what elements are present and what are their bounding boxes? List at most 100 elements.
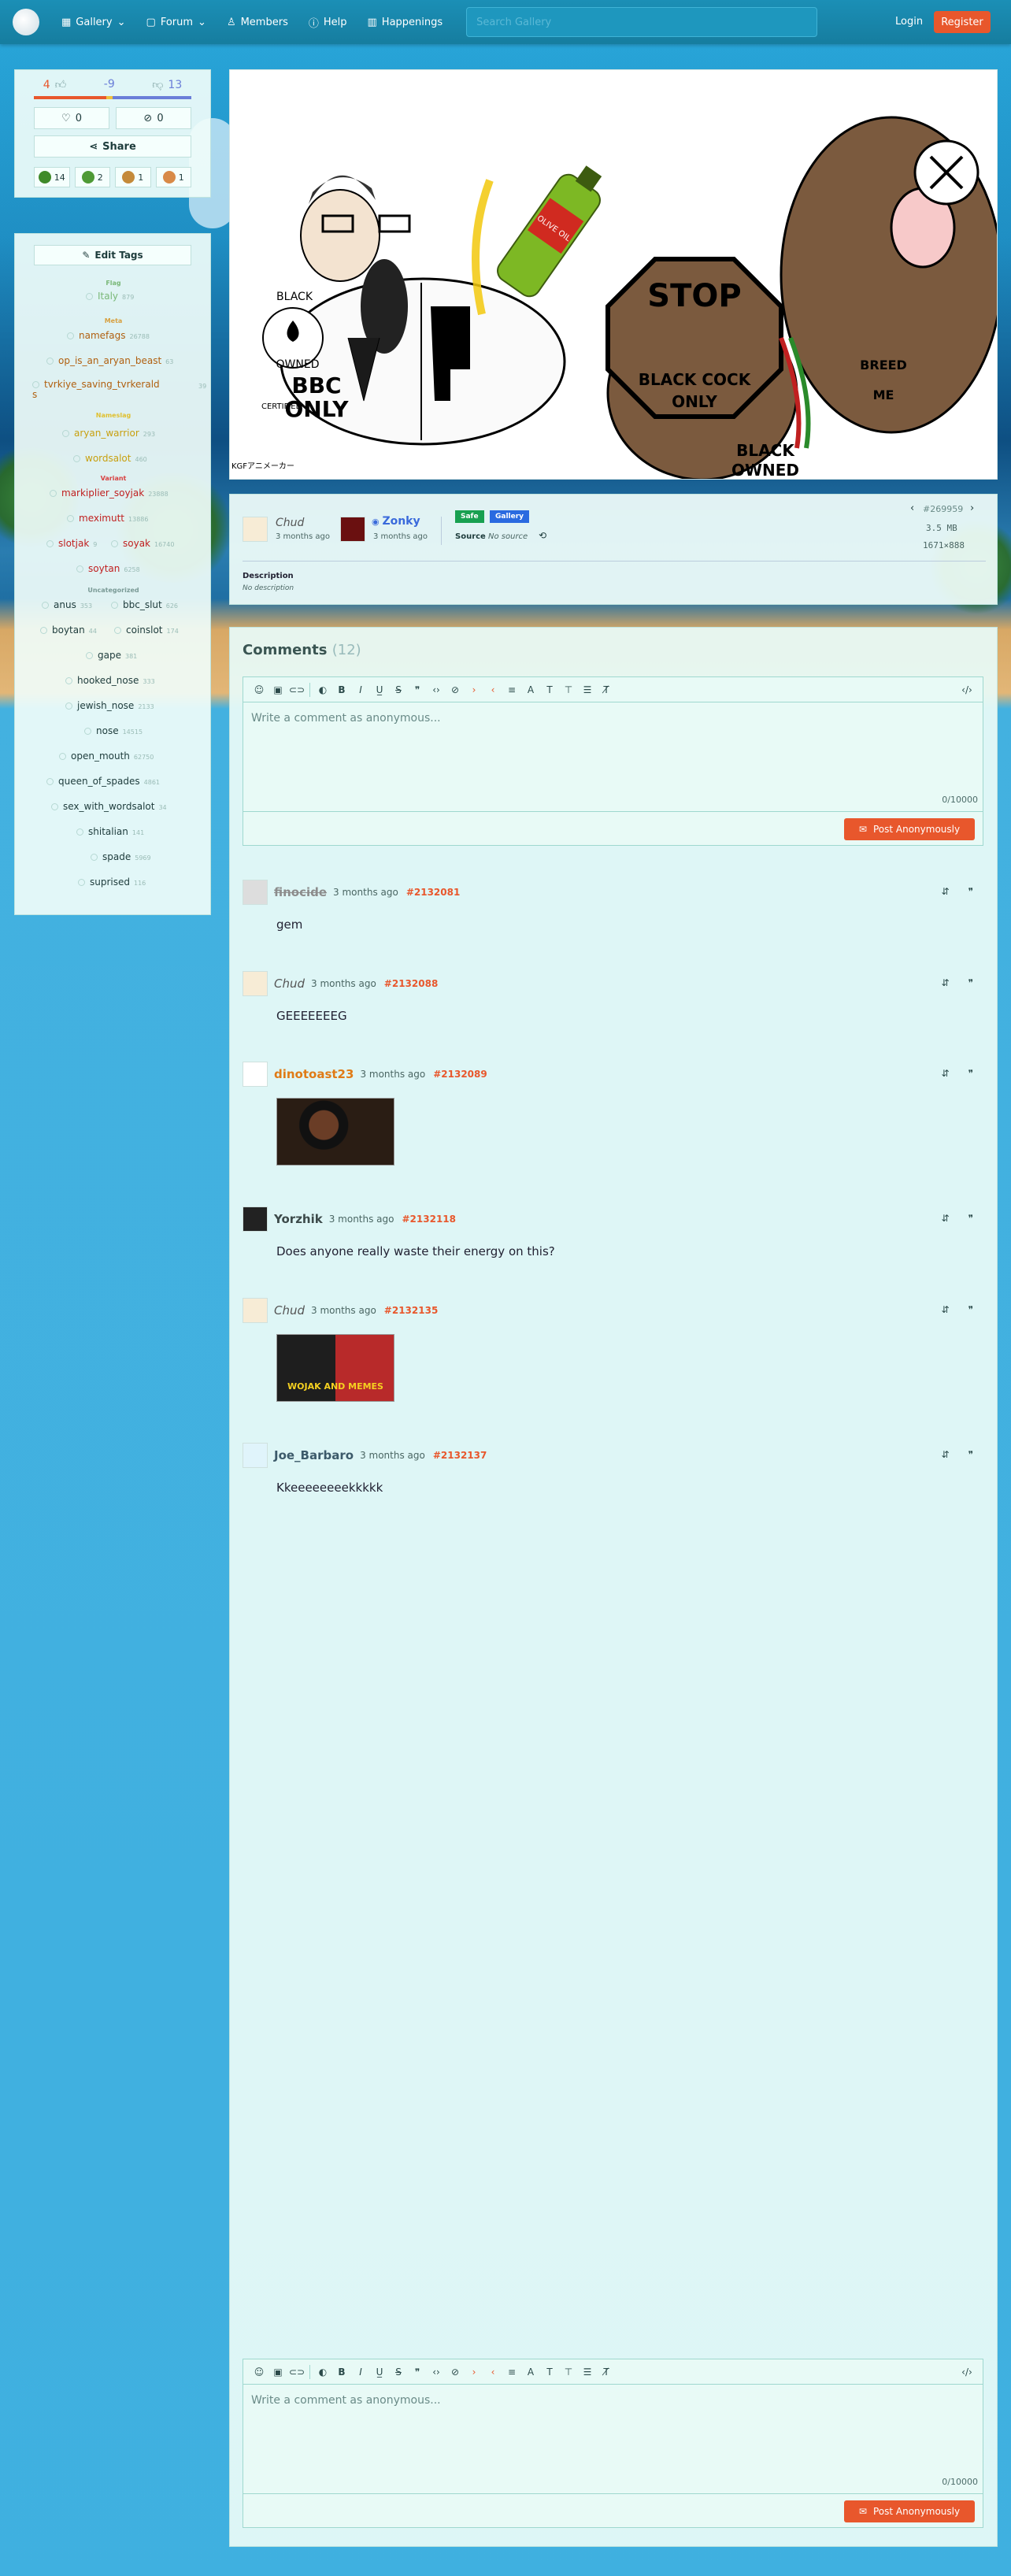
tag-italy[interactable]: Italy 879 [86,291,134,302]
tag-anus[interactable]: anus 353 [42,599,92,610]
next-post-icon[interactable]: › [970,502,974,514]
nav-help[interactable]: ⓘ Help [309,15,347,30]
quote-icon[interactable]: ❞ [968,1068,973,1079]
tag-boytan[interactable]: boytan 44 [40,625,97,636]
tag-queen-of-spades[interactable]: queen_of_spades 4861 [46,776,160,787]
orangetext-icon[interactable]: ‹ [483,2363,502,2381]
orangetext-icon[interactable]: ‹ [483,680,502,699]
reply-icon[interactable]: ⇵ [941,1304,949,1315]
link-icon[interactable]: ⊂⊃ [287,2363,306,2381]
gallery-badge[interactable]: Gallery [490,510,530,523]
greentext-icon[interactable]: › [465,2363,483,2381]
bold-icon[interactable]: B [332,2363,351,2381]
nav-members[interactable]: ♙ Members [227,17,288,28]
tag-bbc-slut[interactable]: bbc_slut 626 [111,599,178,610]
hide-button[interactable]: ⊘ 0 [116,107,191,129]
heading-icon[interactable]: ⊤ [559,2363,578,2381]
upvote-button[interactable]: 4 👍︎ [43,78,67,92]
post-anonymously-button[interactable]: ✉ Post Anonymously [844,2500,975,2522]
comment-author[interactable]: Chud [274,977,305,991]
tag-spade[interactable]: spade 5969 [91,851,151,862]
comment-author[interactable]: Yorzhik [274,1212,323,1226]
tag-markiplier-soyjak[interactable]: markiplier_soyjak 23888 [50,487,168,499]
underline-icon[interactable]: U̲ [370,680,389,699]
reply-icon[interactable]: ⇵ [941,1213,949,1224]
reply-icon[interactable]: ⇵ [941,1068,949,1079]
prev-post-icon[interactable]: ‹ [910,502,914,514]
comment-textarea[interactable]: Write a comment as anonymous... 0/10000 [243,702,983,812]
palette-icon[interactable]: ◐ [313,2363,332,2381]
uploader-avatar[interactable] [243,517,268,542]
italic-icon[interactable]: I [351,2363,370,2381]
comment-author[interactable]: finocide [274,885,327,899]
reply-icon[interactable]: ⇵ [941,977,949,988]
tag-slotjak[interactable]: slotjak 9 [46,538,97,549]
history-icon[interactable]: ⟲ [539,530,546,541]
emoji-icon[interactable]: ☺ [250,2363,268,2381]
source-code-icon[interactable]: ‹/› [957,2363,976,2381]
quote-icon[interactable]: ❞ [968,1304,973,1315]
tag-coinslot[interactable]: coinslot 174 [114,625,179,636]
comment-textarea[interactable]: Write a comment as anonymous... 0/10000 [243,2385,983,2494]
text-size-icon[interactable]: T [540,680,559,699]
favorite-button[interactable]: ♡ 0 [34,107,109,129]
image-icon[interactable]: ▣ [268,680,287,699]
tag-soyak[interactable]: soyak 16740 [111,538,174,549]
search-input[interactable]: Search Gallery [466,7,818,37]
color-icon[interactable]: A [521,680,540,699]
nav-forum[interactable]: ▢ Forum ⌄ [146,17,206,28]
strikethrough-icon[interactable]: S̶ [389,2363,408,2381]
edit-tags-button[interactable]: ✎ Edit Tags [34,245,191,265]
bold-icon[interactable]: B [332,680,351,699]
comment-image[interactable] [276,1098,394,1166]
quote-icon[interactable]: ❞ [968,886,973,897]
code-icon[interactable]: ‹› [427,2363,446,2381]
uploader-name[interactable]: Chud [276,517,304,529]
image-icon[interactable]: ▣ [268,2363,287,2381]
text-size-icon[interactable]: T [540,2363,559,2381]
quote-icon[interactable]: ❞ [968,1213,973,1224]
comment-id[interactable]: #2132089 [433,1069,487,1080]
quote-icon[interactable]: ❞ [408,680,427,699]
avatar[interactable] [243,880,268,905]
tag-namefags[interactable]: namefags 26788 [67,330,150,341]
register-button[interactable]: Register [934,11,991,33]
reaction-button[interactable]: 2 [74,167,110,187]
avatar[interactable] [243,1206,268,1232]
reaction-button[interactable]: 1 [115,167,151,187]
greentext-icon[interactable]: › [465,680,483,699]
spoiler-icon[interactable]: ⊘ [446,680,465,699]
comment-id[interactable]: #2132081 [406,887,461,898]
comment-id[interactable]: #2132137 [433,1450,487,1461]
reply-icon[interactable]: ⇵ [941,886,949,897]
palette-icon[interactable]: ◐ [313,680,332,699]
post-image[interactable]: BLACK OWNED BBC ONLY CERTIFIED OLIVE OIL… [229,69,998,480]
tag-aryan-warrior[interactable]: aryan_warrior 293 [62,428,155,439]
avatar[interactable] [243,1062,268,1087]
underline-icon[interactable]: U̲ [370,2363,389,2381]
tag-shitalian[interactable]: shitalian 141 [76,826,144,837]
post-anonymously-button[interactable]: ✉ Post Anonymously [844,818,975,840]
comment-image[interactable]: WOJAK AND MEMES [276,1334,394,1402]
clear-format-icon[interactable]: T̸ [597,680,616,699]
heading-icon[interactable]: ⊤ [559,680,578,699]
color-icon[interactable]: A [521,2363,540,2381]
clear-format-icon[interactable]: T̸ [597,2363,616,2381]
strikethrough-icon[interactable]: S̶ [389,680,408,699]
downvote-button[interactable]: 👎︎ 13 [152,78,182,92]
share-button[interactable]: ⋖ Share [34,135,191,158]
source-code-icon[interactable]: ‹/› [957,680,976,699]
tag-hooked-nose[interactable]: hooked_nose 333 [65,675,155,686]
tag-gape[interactable]: gape 381 [86,650,137,661]
comment-author[interactable]: Chud [274,1303,305,1318]
align-icon[interactable]: ≡ [502,680,521,699]
comment-id[interactable]: #2132135 [384,1305,439,1316]
code-icon[interactable]: ‹› [427,680,446,699]
italic-icon[interactable]: I [351,680,370,699]
comment-id[interactable]: #2132118 [402,1214,457,1225]
nav-happenings[interactable]: ▥ Happenings [368,17,443,28]
login-link[interactable]: Login [895,16,923,28]
emoji-icon[interactable]: ☺ [250,680,268,699]
list-icon[interactable]: ☰ [578,2363,597,2381]
avatar[interactable] [243,1298,268,1323]
